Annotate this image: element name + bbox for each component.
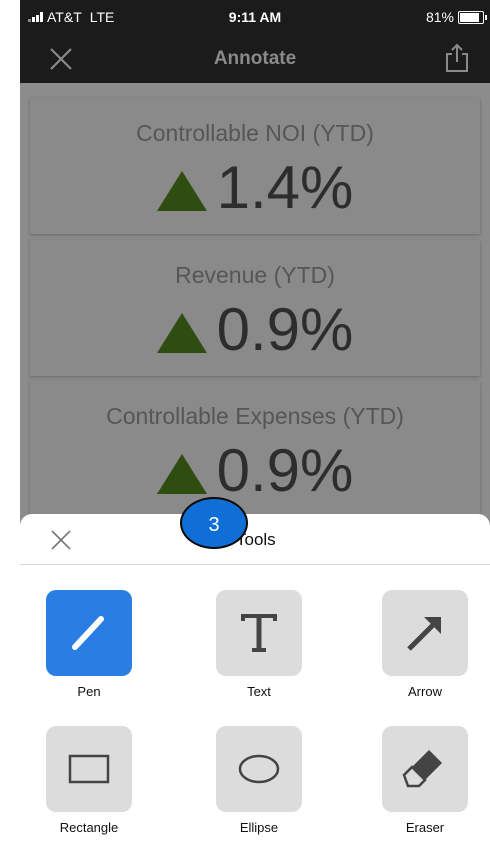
status-bar: AT&T LTE 9:11 AM 81% [20,0,490,32]
battery-icon [458,10,487,24]
metric-card-expenses: Controllable Expenses (YTD) 0.9% [30,381,480,517]
share-icon[interactable] [444,43,470,73]
metric-card-revenue: Revenue (YTD) 0.9% [30,240,480,376]
close-tools-icon[interactable] [50,529,72,551]
tool-label: Eraser [405,820,445,835]
pen-icon [72,616,104,650]
metric-value-row: 0.9% [30,439,480,503]
tool-label: Rectangle [59,820,119,835]
metric-label: Controllable Expenses (YTD) [106,403,404,429]
battery-percent: 81% [425,9,454,25]
tool-eraser[interactable]: Eraser [380,726,470,835]
trend-up-icon [156,454,207,494]
metric-value-row: 0.9% [30,298,480,362]
metric-value: 0.9% [216,296,354,363]
clock: 9:11 AM [228,9,282,25]
battery-info: 81% [425,9,487,25]
metric-value: 1.4% [216,154,354,221]
metric-label: Controllable NOI (YTD) [136,120,374,146]
tool-rectangle[interactable]: Rectangle [44,726,134,835]
tool-arrow-button[interactable] [382,590,468,676]
nav-bar: Annotate [20,32,490,83]
metric-card-noi: Controllable NOI (YTD) 1.4% [30,98,480,234]
tool-ellipse[interactable]: Ellipse [214,726,304,835]
tool-label: Ellipse [239,820,279,835]
trend-up-icon [156,171,207,211]
metric-label: Revenue (YTD) [175,262,335,288]
tool-label: Arrow [408,684,442,699]
rectangle-icon [68,754,110,784]
page-title: Annotate [213,48,297,69]
tool-pen-button[interactable] [46,590,132,676]
tool-ellipse-button[interactable] [216,726,302,812]
tool-eraser-button[interactable] [382,726,468,812]
tools-header: Tools [20,514,490,565]
tool-arrow[interactable]: Arrow [380,590,470,699]
tool-text-button[interactable] [216,590,302,676]
arrow-icon [407,617,441,651]
metric-value-row: 1.4% [30,156,480,220]
tool-rectangle-button[interactable] [46,726,132,812]
tools-sheet: Tools Pen Text Arrow Rectangle Ellipse E… [20,514,490,850]
tool-pen[interactable]: Pen [44,590,134,699]
tool-text[interactable]: Text [214,590,304,699]
metric-value: 0.9% [216,437,354,504]
tool-label: Pen [77,684,101,699]
trend-up-icon [156,313,207,353]
eraser-icon [402,750,442,788]
ellipse-icon [238,754,280,784]
phone-screen: AT&T LTE 9:11 AM 81% Annotate Controllab… [20,0,490,850]
step-number-badge: 3 [180,497,248,549]
tool-label: Text [247,684,271,699]
text-icon [241,614,277,652]
